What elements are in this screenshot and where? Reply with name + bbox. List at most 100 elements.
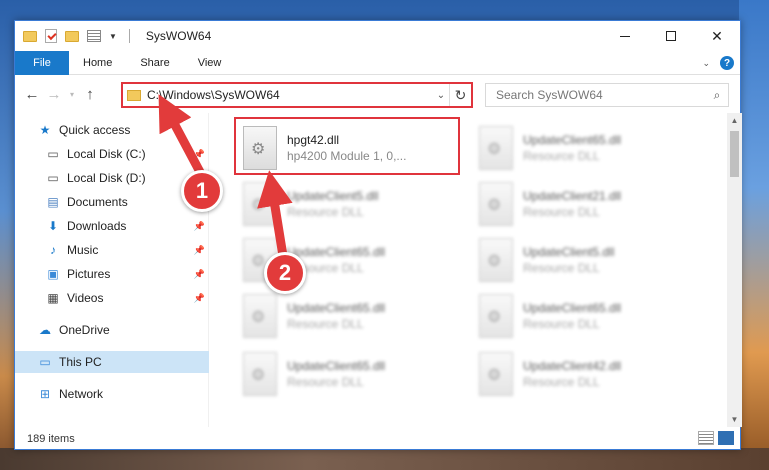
expand-ribbon-chevron-icon[interactable]: ⌄: [702, 58, 710, 69]
computer-icon: ▭: [39, 355, 51, 369]
file-item[interactable]: UpdateClient21.dll Resource DLL: [473, 175, 701, 233]
properties-check-icon[interactable]: [45, 29, 57, 43]
tab-home[interactable]: Home: [69, 51, 126, 75]
minimize-icon: [620, 35, 630, 37]
pictures-icon: ▣: [47, 267, 59, 281]
folder-icon: [127, 89, 141, 101]
nav-label: Quick access: [59, 123, 131, 137]
folder-icon: [23, 30, 37, 42]
large-icons-view-icon[interactable]: [718, 431, 734, 445]
desktop-background: [739, 0, 769, 470]
pin-icon: 📌: [193, 220, 205, 231]
scroll-down-icon[interactable]: ▼: [727, 412, 742, 427]
nav-label: Pictures: [67, 267, 111, 281]
dll-file-icon: [479, 182, 513, 226]
navigation-pane: ★ Quick access ▭ Local Disk (C:) 📌 ▭ Loc…: [15, 113, 209, 427]
recent-locations-chevron-icon[interactable]: ▾: [65, 83, 79, 105]
search-input[interactable]: Search SysWOW64 ⌕: [485, 83, 729, 107]
refresh-button[interactable]: ↻: [449, 84, 471, 106]
file-name: UpdateClient65.dll: [287, 359, 386, 373]
scrollbar-thumb[interactable]: [730, 131, 739, 177]
documents-icon: ▤: [47, 195, 59, 209]
help-icon[interactable]: ?: [720, 56, 734, 70]
nav-music[interactable]: ♪ Music 📌: [15, 239, 209, 261]
vertical-scrollbar[interactable]: ▲ ▼: [727, 113, 742, 427]
star-icon: ★: [39, 123, 51, 137]
file-description: Resource DLL: [523, 375, 600, 389]
status-bar: 189 items: [15, 427, 742, 451]
main-content: ★ Quick access ▭ Local Disk (C:) 📌 ▭ Loc…: [15, 113, 742, 427]
window-title: SysWOW64: [145, 29, 212, 43]
back-button[interactable]: ←: [21, 83, 43, 105]
file-name: UpdateClient5.dll: [523, 245, 615, 259]
drive-icon: ▭: [47, 171, 59, 185]
file-item[interactable]: UpdateClient65.dll Resource DLL: [473, 119, 701, 177]
nav-label: This PC: [59, 355, 102, 369]
dll-file-icon: [479, 126, 513, 170]
file-name: UpdateClient5.dll: [287, 189, 379, 203]
nav-documents[interactable]: ▤ Documents 📌: [15, 191, 209, 213]
file-description: Resource DLL: [287, 375, 364, 389]
download-icon: ⬇: [47, 219, 59, 233]
tab-file[interactable]: File: [15, 50, 69, 75]
step-1-badge: 1: [181, 170, 223, 212]
file-explorer-window: ▼ SysWOW64 ✕ File Home Share View ⌄ ? ← …: [14, 20, 742, 451]
file-item[interactable]: UpdateClient42.dll Resource DLL: [473, 345, 701, 403]
file-item[interactable]: UpdateClient5.dll Resource DLL: [473, 231, 701, 289]
step-2-badge: 2: [264, 252, 306, 294]
dll-file-icon: [243, 182, 277, 226]
customize-toolbar-chevron-icon[interactable]: ▼: [109, 32, 117, 41]
file-name: UpdateClient42.dll: [523, 359, 622, 373]
cloud-icon: ☁: [39, 323, 51, 337]
file-name: UpdateClient21.dll: [523, 189, 622, 203]
item-count: 189 items: [27, 433, 75, 445]
nav-downloads[interactable]: ⬇ Downloads 📌: [15, 215, 209, 237]
network-icon: ⊞: [39, 387, 51, 401]
maximize-button[interactable]: [648, 21, 694, 51]
nav-label: Local Disk (D:): [67, 171, 146, 185]
forward-button[interactable]: →: [43, 83, 65, 105]
minimize-button[interactable]: [602, 21, 648, 51]
tab-share[interactable]: Share: [126, 51, 183, 75]
address-path[interactable]: C:\Windows\SysWOW64: [147, 88, 433, 102]
dll-file-icon: [479, 294, 513, 338]
window-controls: ✕: [602, 21, 740, 51]
up-button[interactable]: ↑: [79, 83, 101, 105]
nav-label: Music: [67, 243, 99, 257]
address-dropdown-chevron-icon[interactable]: ⌄: [433, 90, 449, 101]
file-item[interactable]: UpdateClient5.dll Resource DLL: [237, 175, 465, 233]
nav-local-disk-c[interactable]: ▭ Local Disk (C:) 📌: [15, 143, 209, 165]
nav-this-pc[interactable]: ▭ This PC: [15, 351, 209, 373]
file-item[interactable]: UpdateClient65.dll Resource DLL: [237, 287, 465, 345]
pin-icon: 📌: [193, 148, 205, 159]
details-view-icon[interactable]: [698, 431, 714, 445]
music-icon: ♪: [50, 243, 56, 257]
scroll-up-icon[interactable]: ▲: [727, 113, 742, 128]
close-icon: ✕: [711, 27, 723, 44]
file-item[interactable]: UpdateClient65.dll Resource DLL: [237, 345, 465, 403]
nav-onedrive[interactable]: ☁ OneDrive: [15, 319, 209, 341]
close-button[interactable]: ✕: [694, 21, 740, 51]
tab-view[interactable]: View: [184, 51, 236, 75]
nav-pictures[interactable]: ▣ Pictures 📌: [15, 263, 209, 285]
dll-file-icon: [243, 352, 277, 396]
file-name: UpdateClient65.dll: [287, 301, 386, 315]
nav-label: Downloads: [67, 219, 127, 233]
dll-file-icon: [479, 238, 513, 282]
file-name: UpdateClient65.dll: [287, 245, 386, 259]
dll-file-icon: [243, 294, 277, 338]
file-name: UpdateClient65.dll: [523, 133, 622, 147]
nav-quick-access[interactable]: ★ Quick access: [15, 119, 209, 141]
address-bar[interactable]: C:\Windows\SysWOW64 ⌄ ↻: [121, 82, 473, 108]
file-item[interactable]: UpdateClient65.dll Resource DLL: [473, 287, 701, 345]
nav-local-disk-d[interactable]: ▭ Local Disk (D:): [15, 167, 209, 189]
dll-file-icon: [479, 352, 513, 396]
file-description: Resource DLL: [523, 261, 600, 275]
new-folder-icon[interactable]: [65, 30, 79, 42]
nav-videos[interactable]: ▦ Videos 📌: [15, 287, 209, 309]
quick-access-toolbar: ▼ SysWOW64: [15, 29, 211, 43]
file-description: Resource DLL: [287, 317, 364, 331]
nav-network[interactable]: ⊞ Network: [15, 383, 209, 405]
ribbon-right-controls: ⌄ ?: [702, 51, 734, 75]
properties-icon[interactable]: [87, 30, 101, 42]
